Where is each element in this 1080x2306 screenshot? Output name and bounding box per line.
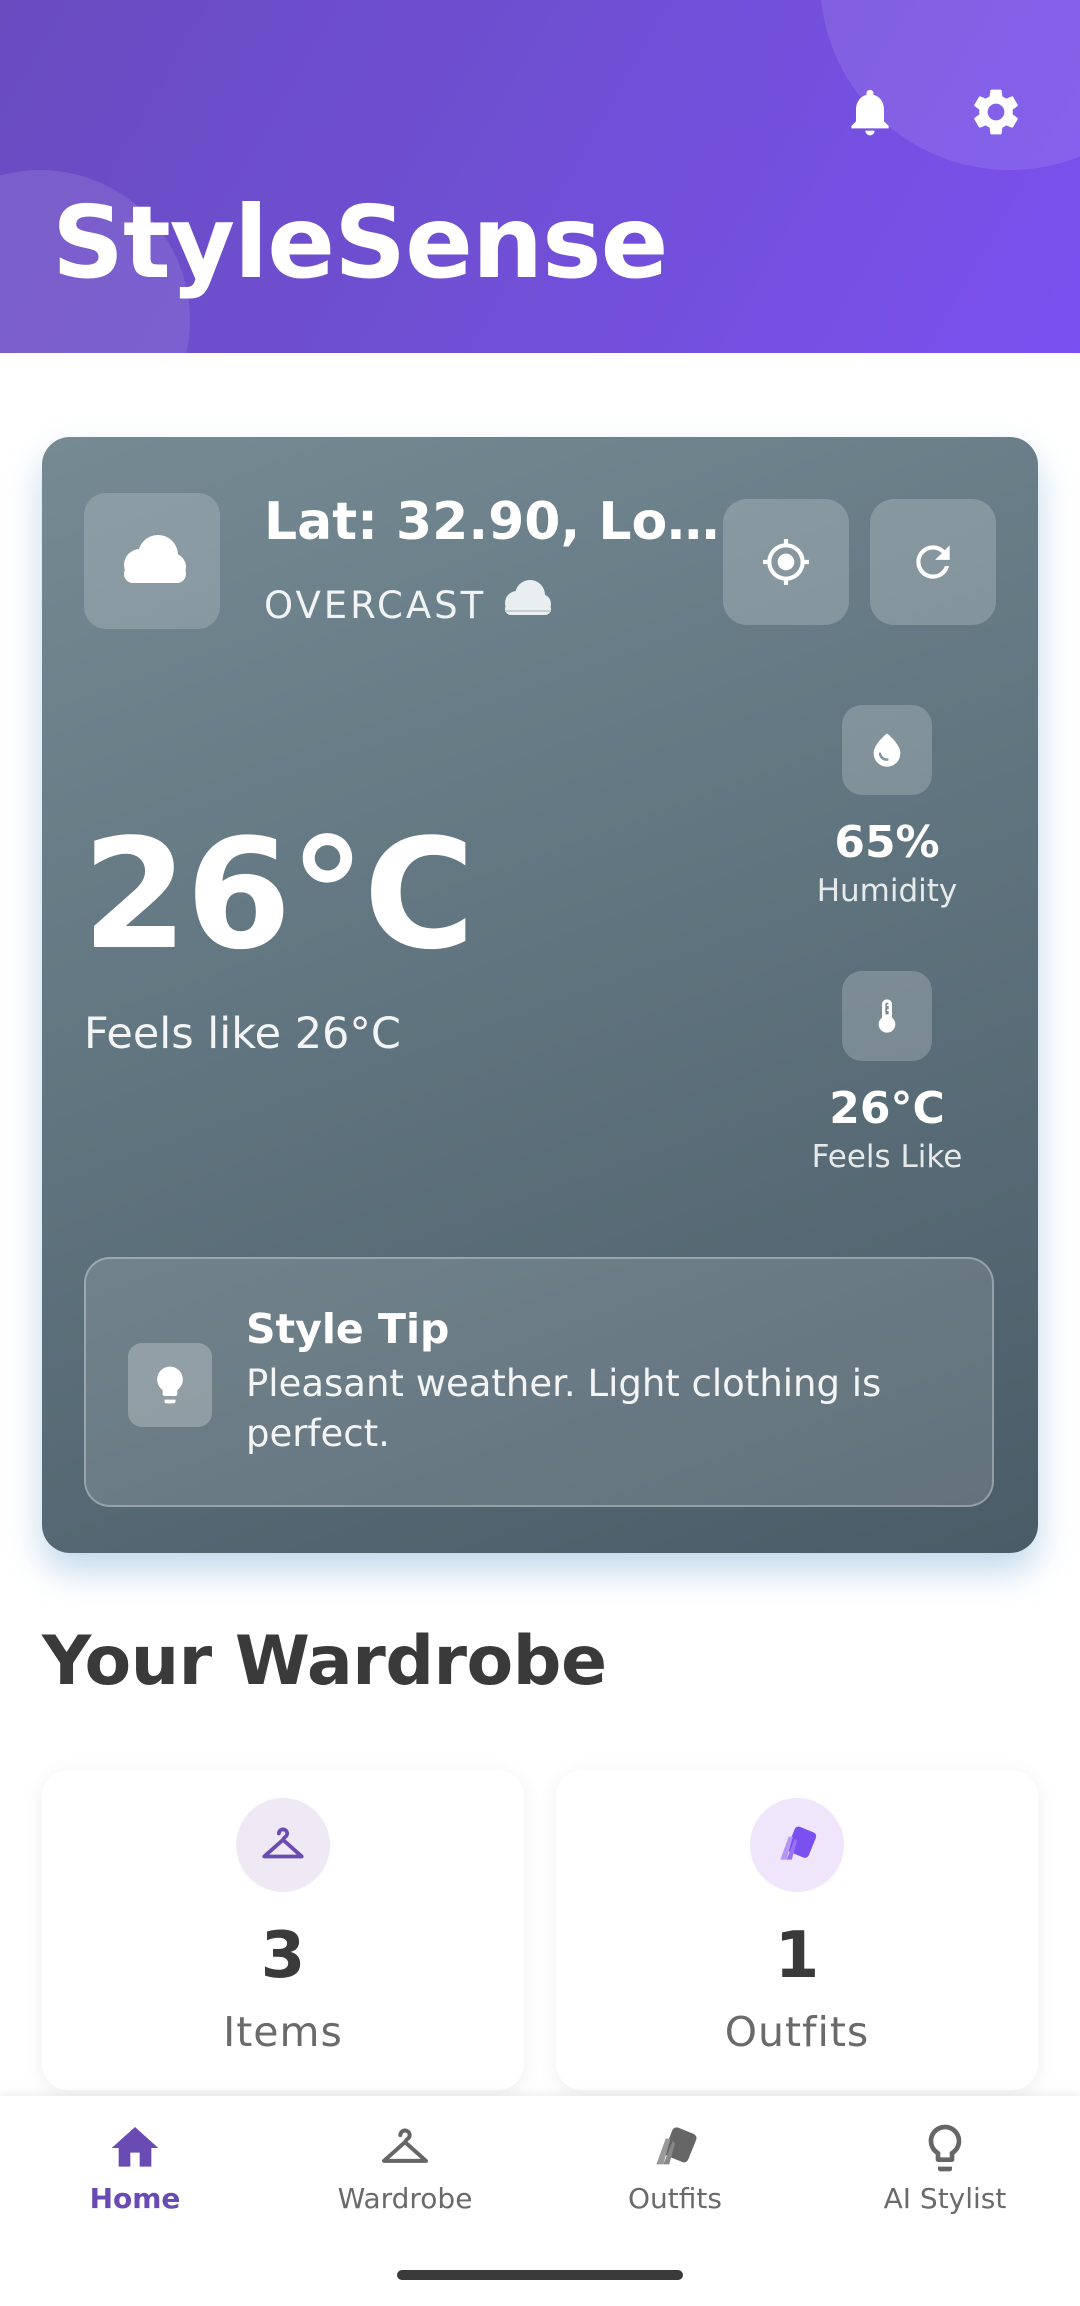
outfits-label: Outfits xyxy=(724,2008,870,2056)
app-title: StyleSense xyxy=(52,184,668,301)
refresh-button[interactable] xyxy=(870,499,996,625)
cloud-icon xyxy=(497,577,555,625)
refresh-icon xyxy=(916,545,950,579)
nav-label-wardrobe: Wardrobe xyxy=(337,2182,473,2215)
hanger-icon xyxy=(377,2120,433,2176)
humidity-stat: 65% Humidity xyxy=(732,705,1042,911)
location-label: Lat: 32.90, Lon… xyxy=(264,492,724,552)
feels-like-stat: 26°C Feels Like xyxy=(732,971,1042,1177)
humidity-label: Humidity xyxy=(816,873,958,909)
lightbulb-icon xyxy=(917,2120,973,2176)
temperature-value: 26°C xyxy=(82,806,475,983)
nav-item-home[interactable]: Home xyxy=(0,2120,270,2218)
cloud-icon xyxy=(84,493,220,629)
swatch-icon xyxy=(647,2120,703,2176)
weather-condition: OVERCAST xyxy=(264,584,487,627)
outfits-count: 1 xyxy=(774,1919,820,1993)
feels-like-text: Feels like 26°C xyxy=(84,1009,401,1059)
hanger-icon xyxy=(236,1798,330,1892)
wardrobe-outfits-card[interactable]: 1 Outfits xyxy=(556,1770,1038,2090)
bell-icon[interactable] xyxy=(842,84,898,140)
wardrobe-items-card[interactable]: 3 Items xyxy=(42,1770,524,2090)
home-indicator[interactable] xyxy=(397,2270,683,2280)
home-icon xyxy=(107,2120,163,2176)
items-label: Items xyxy=(223,2008,343,2056)
lightbulb-icon xyxy=(128,1343,212,1427)
nav-label-ai-stylist: AI Stylist xyxy=(883,2182,1007,2215)
my-location-button[interactable] xyxy=(723,499,849,625)
water-drop-icon xyxy=(842,705,932,795)
nav-item-ai-stylist[interactable]: AI Stylist xyxy=(810,2120,1080,2218)
app-header: StyleSense xyxy=(0,0,1080,353)
style-tip-title: Style Tip xyxy=(246,1305,450,1353)
feels-like-value: 26°C xyxy=(829,1083,945,1134)
thermometer-icon xyxy=(842,971,932,1061)
crosshair-icon xyxy=(763,539,809,585)
humidity-value: 65% xyxy=(834,817,940,868)
style-tip-card: Style Tip Pleasant weather. Light clothi… xyxy=(84,1257,994,1507)
gear-icon[interactable] xyxy=(968,84,1024,140)
nav-label-home: Home xyxy=(89,2182,181,2215)
nav-label-outfits: Outfits xyxy=(628,2182,722,2215)
swatch-icon xyxy=(750,1798,844,1892)
nav-item-outfits[interactable]: Outfits xyxy=(540,2120,810,2218)
weather-card: Lat: 32.90, Lon… OVERCAST 26°C Feels lik… xyxy=(42,437,1038,1553)
wardrobe-section-title: Your Wardrobe xyxy=(42,1622,607,1701)
style-tip-text: Pleasant weather. Light clothing is perf… xyxy=(246,1362,882,1455)
items-count: 3 xyxy=(260,1919,306,1993)
feels-like-label: Feels Like xyxy=(811,1139,963,1175)
nav-item-wardrobe[interactable]: Wardrobe xyxy=(270,2120,540,2218)
